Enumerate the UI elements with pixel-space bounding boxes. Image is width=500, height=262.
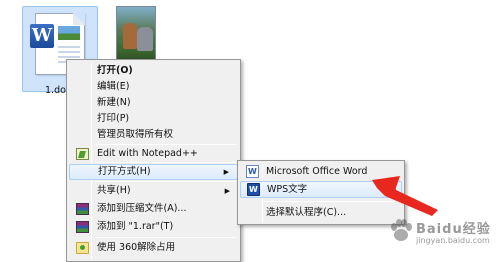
menu-item-edit[interactable]: 编辑(E) [69, 79, 238, 95]
menu-separator [95, 181, 236, 182]
watermark-text: Baidu经验 [416, 222, 491, 237]
submenu-item-label: 选择默认程序(C)... [266, 207, 347, 218]
menu-separator [95, 162, 236, 163]
desktop-area: W 1.doc 打开(O) 编辑(E) 新建(N) 打印(P) 管理员取得所有权 [0, 0, 500, 262]
ms-word-icon [246, 165, 259, 178]
menu-item-label: Edit with Notepad++ [97, 148, 198, 159]
watermark: Baidu经验 jingyan.baidu.com [388, 214, 496, 258]
wps-writer-icon [247, 183, 260, 196]
menu-item-add-to-rar[interactable]: 添加到 "1.rar"(T) [69, 219, 238, 235]
winrar-icon [76, 203, 89, 215]
menu-item-share[interactable]: 共享(H) ▶ [69, 183, 238, 199]
menu-item-label: 打开(O) [97, 65, 133, 76]
menu-item-take-ownership[interactable]: 管理员取得所有权 [69, 127, 238, 143]
menu-item-label: 管理员取得所有权 [97, 129, 174, 140]
winrar-icon [76, 221, 89, 233]
360-icon [76, 242, 89, 254]
baidu-paw-icon [391, 219, 412, 241]
submenu-item-ms-word[interactable]: Microsoft Office Word [240, 163, 402, 180]
menu-item-label: 打开方式(H) [98, 166, 151, 177]
menu-item-open-with[interactable]: 打开方式(H) ▶ [69, 164, 238, 180]
menu-item-open[interactable]: 打开(O) [69, 63, 238, 79]
menu-separator [95, 144, 236, 145]
menu-item-edit-with-notepad[interactable]: Edit with Notepad++ [69, 146, 238, 162]
submenu-item-label: WPS文字 [267, 184, 308, 195]
menu-item-new[interactable]: 新建(N) [69, 95, 238, 111]
menu-item-label: 添加到 "1.rar"(T) [97, 221, 174, 232]
submenu-item-choose-default[interactable]: 选择默认程序(C)... [240, 204, 402, 221]
submenu-arrow-icon: ▶ [224, 187, 230, 195]
open-with-submenu: Microsoft Office Word WPS文字 选择默认程序(C)... [237, 160, 405, 225]
menu-separator [95, 237, 236, 238]
menu-item-print[interactable]: 打印(P) [69, 111, 238, 127]
image-thumbnail-icon [116, 6, 156, 64]
menu-item-label: 新建(N) [97, 97, 131, 108]
submenu-arrow-icon: ▶ [223, 168, 229, 176]
menu-item-label: 添加到压缩文件(A)... [97, 203, 187, 214]
notepad-plus-plus-icon [76, 148, 89, 160]
menu-item-label: 共享(H) [97, 185, 131, 196]
menu-separator [264, 201, 400, 202]
watermark-url: jingyan.baidu.com [416, 236, 490, 245]
menu-item-add-to-archive[interactable]: 添加到压缩文件(A)... [69, 201, 238, 217]
submenu-item-wps-writer[interactable]: WPS文字 [240, 181, 402, 198]
menu-item-label: 打印(P) [97, 113, 130, 124]
menu-item-360-unlock[interactable]: 使用 360解除占用 [69, 240, 238, 256]
context-menu: 打开(O) 编辑(E) 新建(N) 打印(P) 管理员取得所有权 Edit wi… [66, 59, 241, 262]
menu-item-label: 编辑(E) [97, 81, 130, 92]
submenu-item-label: Microsoft Office Word [266, 166, 368, 177]
menu-item-label: 使用 360解除占用 [97, 242, 176, 253]
